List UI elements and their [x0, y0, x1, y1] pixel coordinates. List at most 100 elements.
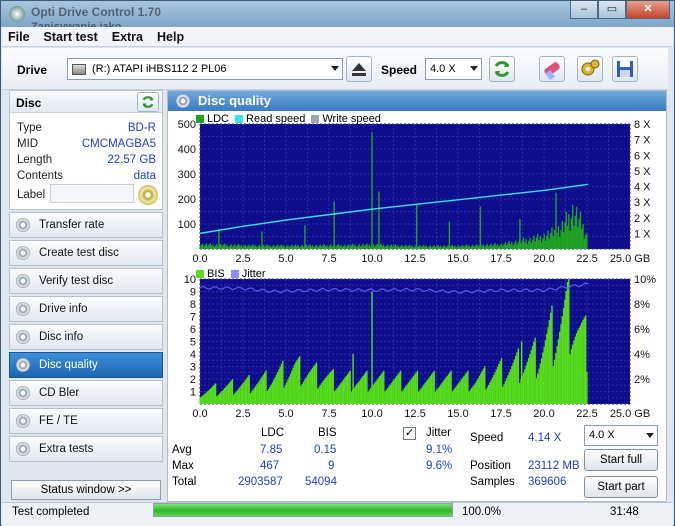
speed-select[interactable]: 4.0 X — [425, 58, 482, 80]
contents-label: Contents — [17, 170, 64, 182]
refresh-icon — [142, 96, 154, 108]
x-tick-label: 17.5 — [490, 408, 511, 420]
label-input[interactable] — [50, 184, 134, 203]
chart2-legend: BIS Jitter — [196, 268, 266, 280]
left-panel: Disc Type BD-R MID CMCMAGBA5 Length 22.5… — [9, 90, 163, 502]
settings-button[interactable] — [577, 56, 603, 82]
status-text: Test completed — [12, 506, 90, 518]
avg-bis: 0.15 — [314, 444, 337, 456]
y2-tick-label: 8 X — [634, 119, 651, 131]
x-tick-label: 10.0 — [361, 408, 382, 420]
eject-button[interactable] — [346, 56, 372, 82]
x-tick-label: 15.0 — [447, 408, 468, 420]
drive-select[interactable]: (R:) ATAPI iHBS112 2 PL06 — [67, 58, 343, 80]
menu-extra[interactable]: Extra — [112, 30, 143, 44]
col-bis: BIS — [318, 427, 337, 439]
menu-file[interactable]: File — [8, 30, 30, 44]
total-label: Total — [172, 476, 197, 488]
label-label: Label — [17, 189, 46, 201]
nav-cd-bler[interactable]: CD Bler — [9, 380, 163, 406]
nav-verify-test-disc[interactable]: Verify test disc — [9, 268, 163, 294]
drive-icon — [72, 63, 86, 75]
y-tick-label: 400 — [178, 144, 196, 156]
x-tick-label: 7.5 — [321, 253, 336, 265]
nav-label: Create test disc — [39, 247, 119, 259]
nav-disc-info[interactable]: Disc info — [9, 324, 163, 350]
y-tick-label: 3 — [190, 362, 196, 374]
nav-extra-tests[interactable]: Extra tests — [9, 436, 163, 462]
length-value: 22.57 GB — [107, 154, 156, 166]
nav-label: Disc quality — [39, 359, 98, 371]
x-tick-label: 2.5 — [235, 253, 250, 265]
legend-bis: BIS — [207, 268, 225, 280]
x-tick-label: 5.0 — [278, 408, 293, 420]
max-bis: 9 — [328, 460, 335, 472]
y-tick-label: 200 — [178, 194, 196, 206]
legend-ldc: LDC — [207, 113, 230, 125]
disc-refresh-button[interactable] — [137, 92, 159, 112]
erase-button[interactable] — [539, 56, 565, 82]
x-tick-label: 25.0 GB — [610, 408, 650, 420]
nav-create-test-disc[interactable]: Create test disc — [9, 240, 163, 266]
progress-bar — [153, 503, 453, 517]
y-tick-label: 4 — [190, 349, 196, 361]
nav-label: CD Bler — [39, 387, 80, 399]
y2-tick-label: 3 X — [634, 197, 651, 209]
disc-label-icon[interactable] — [138, 185, 158, 205]
menu-start-test[interactable]: Start test — [44, 30, 98, 44]
y-tick-label: 5 — [190, 337, 196, 349]
nav-disc-quality[interactable]: Disc quality — [9, 352, 163, 378]
total-ldc: 2903587 — [238, 476, 283, 488]
panel-title: Disc quality — [168, 91, 666, 111]
menu-help[interactable]: Help — [157, 30, 184, 44]
close-button[interactable]: ✕ — [626, 1, 670, 19]
x-tick-label: 22.5 — [576, 253, 597, 265]
elapsed-time: 31:48 — [610, 506, 639, 518]
nav-label: Drive info — [39, 303, 88, 315]
refresh-button[interactable] — [489, 56, 515, 82]
legend-jitter: Jitter — [241, 268, 266, 280]
disc-icon — [16, 358, 30, 372]
x-tick-label: 5.0 — [278, 253, 293, 265]
avg-label: Avg — [172, 444, 192, 456]
nav-drive-info[interactable]: Drive info — [9, 296, 163, 322]
nav-label: Verify test disc — [39, 275, 114, 287]
x-tick-label: 20.0 — [533, 253, 554, 265]
maximize-button[interactable]: ▭ — [598, 1, 626, 19]
drive-label: Drive — [17, 63, 48, 77]
test-speed-select[interactable]: 4.0 X — [584, 425, 658, 446]
nav-transfer-rate[interactable]: Transfer rate — [9, 212, 163, 238]
status-window-button[interactable]: Status window >> — [11, 480, 161, 500]
y2-tick-label: 8% — [634, 299, 650, 311]
ldc-swatch — [196, 115, 204, 123]
bis-swatch — [196, 270, 204, 278]
nav-label: Disc info — [39, 331, 84, 343]
x-tick-label: 12.5 — [404, 253, 425, 265]
progress-text: 100.0% — [462, 506, 502, 518]
start-part-button[interactable]: Start part — [584, 476, 658, 498]
x-tick-label: 12.5 — [404, 408, 425, 420]
position-label: Position — [470, 460, 511, 472]
chevron-down-icon — [646, 433, 654, 438]
position-value: 23112 MB — [528, 460, 580, 472]
disc-icon — [16, 274, 30, 288]
max-ldc: 467 — [260, 460, 280, 472]
y-tick-label: 8 — [190, 299, 196, 311]
disc-icon — [16, 442, 30, 456]
y2-tick-label: 6% — [634, 324, 650, 336]
y-tick-label: 300 — [178, 169, 196, 181]
x-tick-label: 2.5 — [235, 408, 250, 420]
minimize-button[interactable]: ‒ — [570, 1, 598, 19]
max-jitter: 9.6% — [426, 460, 453, 472]
jitter-checkbox[interactable]: ✓ — [403, 427, 416, 440]
contents-value: data — [133, 170, 156, 182]
test-speed-value: 4.0 X — [589, 429, 615, 441]
y2-tick-label: 1 X — [634, 228, 651, 240]
nav-fe-te[interactable]: FE / TE — [9, 408, 163, 434]
save-button[interactable] — [612, 56, 638, 82]
speed-label: Speed — [381, 63, 418, 77]
length-label: Length — [17, 154, 53, 166]
title-bar: Opti Drive Control 1.70Zapisywanie jako … — [1, 1, 674, 33]
start-full-button[interactable]: Start full — [584, 449, 658, 471]
y2-tick-label: 2 X — [634, 213, 651, 225]
